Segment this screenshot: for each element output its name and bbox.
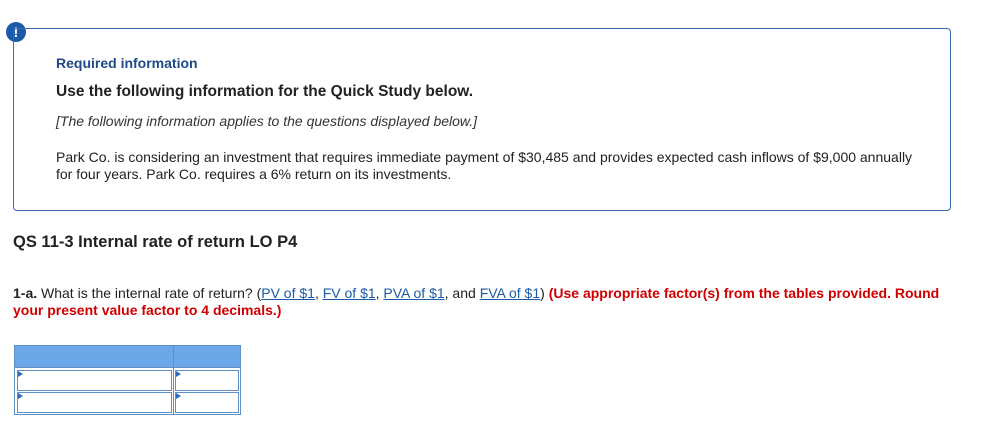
separator: , <box>314 285 323 301</box>
input-marker-icon <box>176 393 181 399</box>
answer-table <box>14 345 241 415</box>
answer-row-2-value-input[interactable] <box>175 392 239 413</box>
separator: , and <box>444 285 480 301</box>
answer-row-1-label-input[interactable] <box>17 370 172 391</box>
scenario-text: Park Co. is considering an investment th… <box>56 149 913 182</box>
question-text: 1-a. What is the internal rate of return… <box>13 285 943 319</box>
pv-table-link[interactable]: PV of $1 <box>261 285 315 301</box>
column-divider <box>173 346 174 414</box>
input-marker-icon <box>18 393 23 399</box>
answer-row-1-value-input[interactable] <box>175 370 239 391</box>
quick-study-title: QS 11-3 Internal rate of return LO P4 <box>13 233 298 251</box>
required-information-heading: Required information <box>56 55 198 71</box>
question-part-label: 1-a. <box>13 285 38 301</box>
input-marker-icon <box>18 371 23 377</box>
answer-table-header <box>15 346 240 368</box>
fv-table-link[interactable]: FV of $1 <box>323 285 376 301</box>
applies-note: [The following information applies to th… <box>56 113 478 129</box>
fva-table-link[interactable]: FVA of $1 <box>480 285 540 301</box>
input-marker-icon <box>176 371 181 377</box>
instruction-line: Use the following information for the Qu… <box>56 83 474 100</box>
question-prompt: What is the internal rate of return? ( <box>37 285 262 301</box>
question-prompt-end: ) <box>540 285 549 301</box>
pva-table-link[interactable]: PVA of $1 <box>383 285 444 301</box>
required-information-box: Required information Use the following i… <box>13 28 951 211</box>
answer-row-2-label-input[interactable] <box>17 392 172 413</box>
